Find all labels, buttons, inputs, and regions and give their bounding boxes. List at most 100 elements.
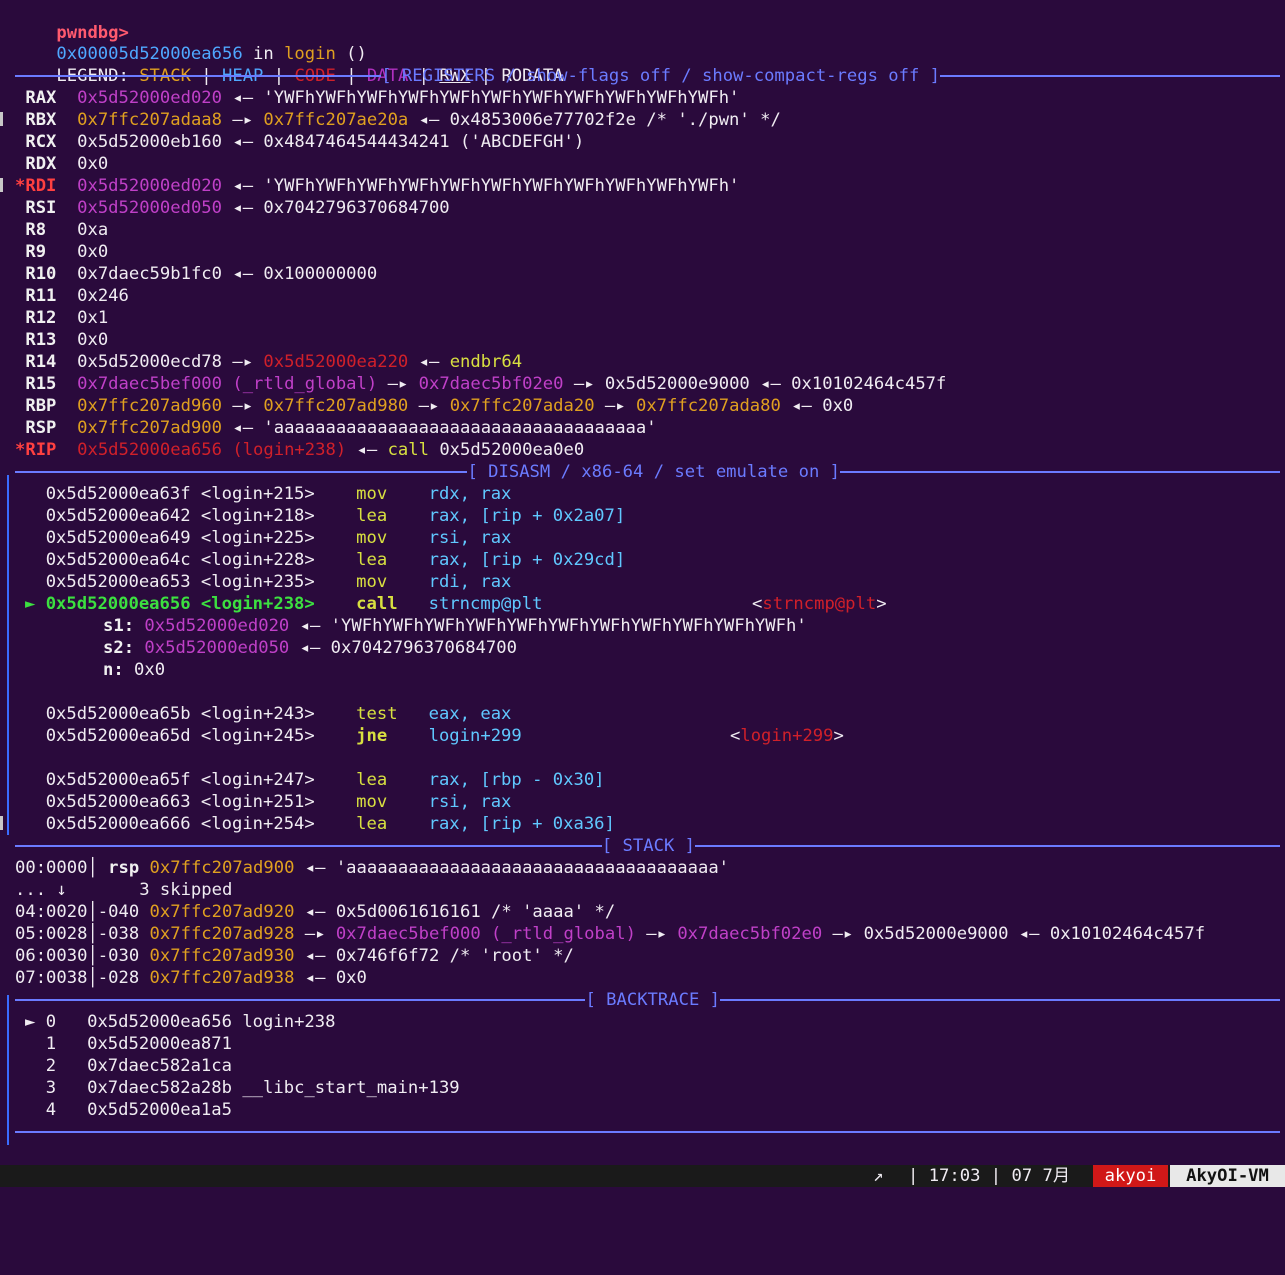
- registers-header: [ REGISTERS / show-flags off / show-comp…: [15, 65, 1280, 87]
- modified-marker: [15, 374, 25, 394]
- pane-border: [7, 995, 9, 1145]
- operands: rax, [rbp - 0x30]: [428, 770, 605, 790]
- register-value: 0x7daec59b1fc0: [77, 264, 222, 284]
- stack-address: 0x7ffc207ad938: [149, 968, 295, 988]
- header-rule: [720, 999, 1280, 1001]
- current-instruction: ► 0x5d52000ea656 <login+238> call strncm…: [25, 593, 542, 615]
- instruction-row: 0x5d52000ea65f <login+247> lea rax, [rbp…: [25, 769, 605, 791]
- call-argument: s2: 0x5d52000ed050 ◂— 0x7042796370684700: [103, 637, 517, 659]
- bottom-rule: [15, 1121, 1280, 1143]
- input-line[interactable]: pwndbg>: [15, 1143, 149, 1165]
- stack-deref: ◂— 0x5d0061616161 /* 'aaaa' */: [294, 902, 616, 922]
- register-name: R13: [25, 330, 67, 350]
- target-symbol: strncmp@plt: [762, 594, 877, 614]
- operands: strncmp@plt: [428, 594, 543, 614]
- pointer-chain: ◂— 0x7042796370684700: [222, 198, 450, 218]
- mnemonic: lea: [356, 550, 429, 570]
- register-value: 0x7daec5bef000 (_rtld_global): [77, 374, 378, 394]
- pointer-chain: —▸: [594, 396, 636, 416]
- instruction-row: 0x5d52000ea663 <login+251> mov rsi, rax: [25, 791, 512, 813]
- backtrace-frame: 1 0x5d52000ea871: [25, 1033, 232, 1055]
- pointer-chain: —▸: [222, 110, 264, 130]
- instruction-symbol: <login+247>: [190, 770, 315, 790]
- pointer-chain: —▸ 0x5d52000e9000 ◂— 0x10102464c457f: [563, 374, 947, 394]
- operands: login+299: [428, 726, 522, 746]
- disasm-title: [ DISASM / x86-64 / set emulate on ]: [467, 462, 840, 482]
- instruction-symbol: <login+254>: [190, 814, 315, 834]
- frame-address: 0x5d52000ea871: [87, 1034, 232, 1054]
- pointer-chain: ◂— 0x0: [780, 396, 854, 416]
- instruction-address: 0x5d52000ea64c: [45, 550, 191, 570]
- register-row: R11 0x246: [15, 285, 129, 307]
- arrow-marker: ►: [25, 594, 46, 614]
- register-name: RSP: [25, 418, 67, 438]
- instruction-symbol: <login+238>: [190, 594, 315, 614]
- chain-value: 0x7ffc207ad980: [263, 396, 409, 416]
- frame-marker: [25, 1078, 46, 1098]
- pointer-chain: ◂— 0x4853006e77702f2e /* './pwn' */: [408, 110, 781, 130]
- stack-deref: —▸: [294, 924, 336, 944]
- stack-deref: ◂— 0x0: [294, 968, 367, 988]
- pointer-chain: ◂— 'YWFhYWFhYWFhYWFhYWFhYWFhYWFhYWFhYWFh…: [222, 88, 740, 108]
- instruction-symbol: <login+251>: [190, 792, 315, 812]
- header-rule: [15, 1131, 1280, 1133]
- pointer-chain: —▸: [635, 924, 678, 944]
- instruction-row: 0x5d52000ea642 <login+218> lea rax, [rip…: [25, 505, 626, 527]
- modified-marker: [15, 352, 25, 372]
- arrow-marker: [25, 814, 46, 834]
- register-value: 0x5d52000ed020: [77, 176, 222, 196]
- frame-marker: ►: [25, 1012, 46, 1032]
- chain-value: 0x7ffc207ada80: [635, 396, 781, 416]
- separator: │: [87, 946, 98, 966]
- register-row: R10 0x7daec59b1fc0 ◂— 0x100000000: [15, 263, 377, 285]
- separator: │: [87, 902, 98, 922]
- header-rule: [15, 471, 468, 473]
- register-row: RDX 0x0: [15, 153, 108, 175]
- instruction-row: 0x5d52000ea64c <login+228> lea rax, [rip…: [25, 549, 626, 571]
- header-rule: [15, 845, 602, 847]
- frame-number: 4: [45, 1100, 57, 1120]
- register-value: 0x246: [77, 286, 129, 306]
- stack-index: 00:0000: [15, 858, 88, 878]
- pointer-chain: ◂—: [346, 440, 388, 460]
- frame-address: 0x7daec582a28b: [87, 1078, 232, 1098]
- disasm-header: [ DISASM / x86-64 / set emulate on ]: [15, 461, 1280, 483]
- register-value: 0x0: [77, 330, 109, 350]
- register-row: *RIP 0x5d52000ea656 (login+238) ◂— call …: [15, 439, 584, 461]
- instruction-address: 0x5d52000ea65b: [45, 704, 191, 724]
- stack-index: 06:0030: [15, 946, 88, 966]
- separator: │: [87, 924, 98, 944]
- clock-date: | 17:03 | 07 7月: [908, 1166, 1071, 1186]
- branch-target: <login+299>: [730, 725, 844, 747]
- argument-value: 0x5d52000ed050: [144, 638, 290, 658]
- register-row: R13 0x0: [15, 329, 108, 351]
- instruction-symbol: <login+218>: [190, 506, 315, 526]
- frame-number: 3: [45, 1078, 57, 1098]
- instruction-row: 0x5d52000ea65b <login+243> test eax, eax: [25, 703, 512, 725]
- pointer-chain: —▸: [377, 374, 419, 394]
- chain-value: 0x7ffc207ada20: [449, 396, 595, 416]
- terminal-window[interactable]: pwndbg> 0x00005d52000ea656 in login () L…: [0, 0, 1285, 1165]
- pointer-chain: ◂—: [408, 352, 450, 372]
- modified-marker: [15, 264, 25, 284]
- register-row: RSP 0x7ffc207ad900 ◂— 'aaaaaaaaaaaaaaaaa…: [15, 417, 656, 439]
- modified-marker: [15, 418, 25, 438]
- frame-number: 0: [45, 1012, 57, 1032]
- stack-offset: rsp: [97, 858, 150, 878]
- pane-border: [7, 475, 9, 835]
- mnemonic: lea: [356, 506, 429, 526]
- frame-marker: [25, 1100, 46, 1120]
- mnemonic: test: [356, 704, 429, 724]
